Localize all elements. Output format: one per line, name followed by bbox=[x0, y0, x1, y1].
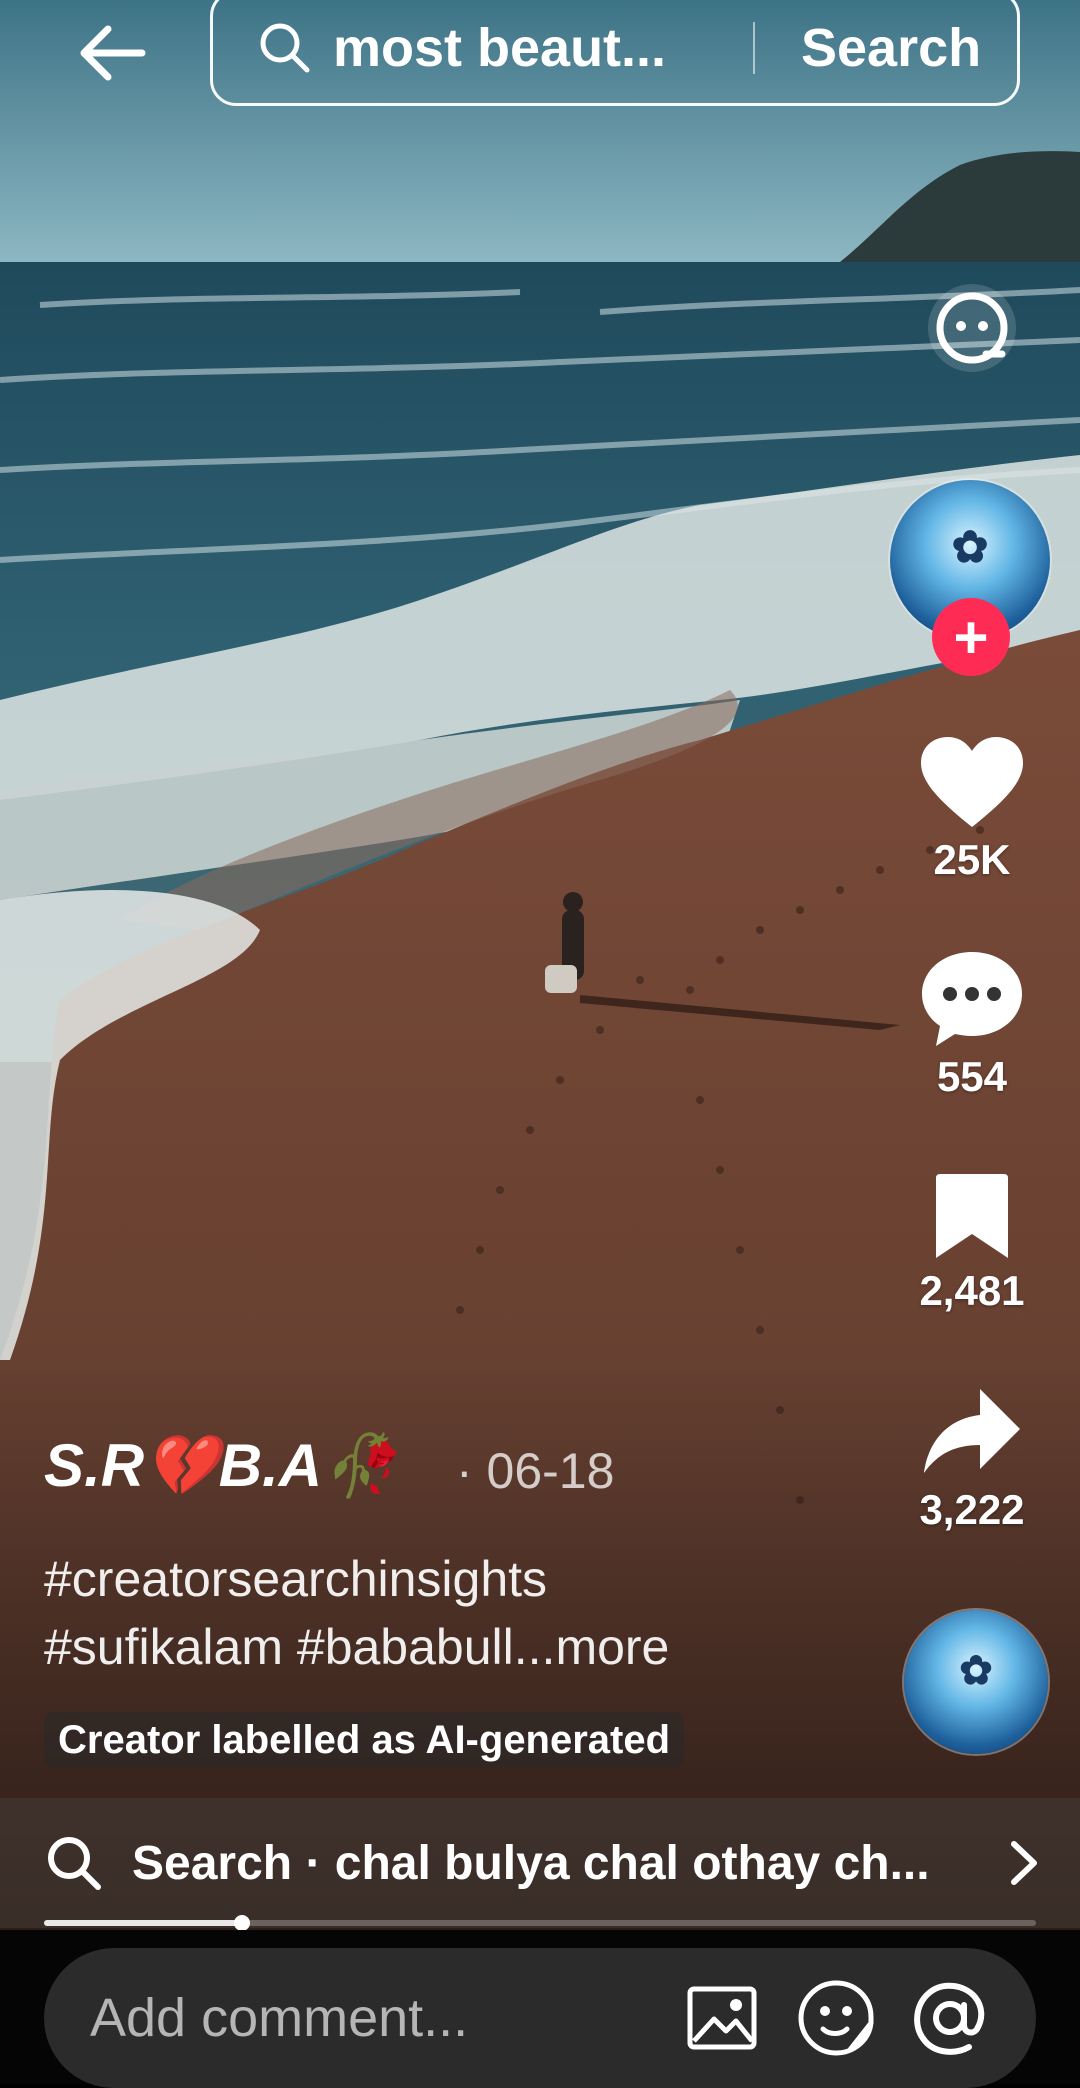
comment-input[interactable]: Add comment... bbox=[44, 1948, 1036, 2088]
plus-icon: + bbox=[953, 603, 989, 671]
save-count: 2,481 bbox=[919, 1267, 1025, 1314]
comment-bubble-icon bbox=[922, 952, 1022, 1046]
search-bar[interactable]: most beaut... Search bbox=[210, 0, 1020, 106]
mention-button[interactable] bbox=[910, 1978, 990, 2058]
sound-avatar[interactable]: ✿ bbox=[904, 1610, 1048, 1754]
progress-fill bbox=[44, 1920, 243, 1926]
bookmark-icon bbox=[936, 1174, 1008, 1258]
save-button[interactable]: 2,481 bbox=[892, 1172, 1052, 1315]
post-description[interactable]: #creatorsearchinsights #sufikalam #babab… bbox=[44, 1545, 669, 1681]
comment-placeholder: Add comment... bbox=[90, 1988, 469, 2048]
comment-count: 554 bbox=[936, 1053, 1008, 1100]
ai-effect-button[interactable] bbox=[892, 280, 1052, 381]
like-count: 25K bbox=[933, 836, 1011, 883]
follow-button[interactable]: + bbox=[932, 598, 1010, 676]
sticker-button[interactable] bbox=[796, 1978, 876, 2058]
hashtags-line-1[interactable]: #creatorsearchinsights bbox=[44, 1545, 669, 1613]
share-button[interactable]: 3,222 bbox=[892, 1385, 1052, 1534]
heart-icon bbox=[921, 737, 1023, 827]
video-progress-bar[interactable] bbox=[44, 1915, 1036, 1931]
ai-generated-label: Creator labelled as AI-generated bbox=[44, 1712, 685, 1768]
avatar-image: ✿ bbox=[959, 1647, 993, 1695]
at-icon bbox=[914, 1982, 985, 2055]
share-count: 3,222 bbox=[919, 1486, 1025, 1533]
author-name[interactable]: S.R💔B.A🥀 bbox=[44, 1430, 397, 1501]
hashtags-line-2[interactable]: #sufikalam #bababull bbox=[44, 1619, 514, 1675]
comment-button[interactable]: 554 bbox=[892, 948, 1052, 1101]
related-search-text: Search · chal bulya chal othay ch... bbox=[132, 1836, 930, 1890]
like-button[interactable]: 25K bbox=[892, 735, 1052, 884]
search-icon bbox=[48, 1837, 101, 1890]
share-arrow-icon bbox=[924, 1389, 1020, 1473]
search-button[interactable]: Search bbox=[801, 17, 981, 79]
image-icon bbox=[687, 1986, 757, 2050]
face-icon bbox=[928, 284, 1016, 372]
image-button[interactable] bbox=[682, 1978, 762, 2058]
related-search-bar[interactable]: Search · chal bulya chal othay ch... bbox=[0, 1798, 1080, 1928]
avatar-image: ✿ bbox=[951, 521, 989, 573]
search-divider bbox=[753, 22, 755, 74]
post-date: · 06-18 bbox=[456, 1443, 615, 1499]
sticker-icon bbox=[798, 1980, 874, 2056]
arrow-left-icon bbox=[80, 25, 146, 81]
more-link[interactable]: ...more bbox=[514, 1619, 670, 1675]
search-icon bbox=[260, 23, 310, 73]
search-query[interactable]: most beaut... bbox=[333, 17, 723, 79]
back-button[interactable] bbox=[70, 12, 152, 94]
chevron-right-icon bbox=[1011, 1841, 1037, 1885]
